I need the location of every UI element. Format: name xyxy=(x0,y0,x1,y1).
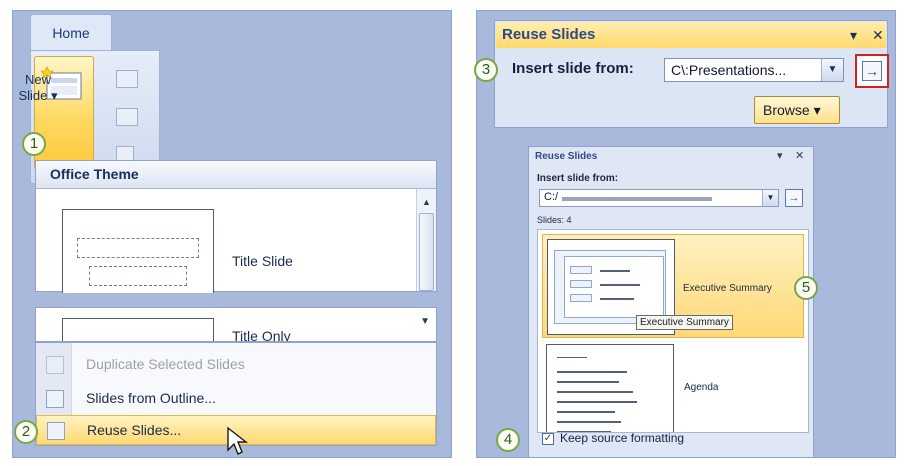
insert-from-path-input[interactable]: C\:Presentations... ▼ xyxy=(664,58,844,82)
callout-2: 2 xyxy=(14,420,38,444)
mouse-cursor-icon xyxy=(227,426,249,455)
keep-source-formatting-checkbox[interactable]: ✓ xyxy=(542,433,554,445)
menu-item-duplicate-selected-slides[interactable]: Duplicate Selected Slides xyxy=(36,349,436,381)
callout-3: 3 xyxy=(474,58,498,82)
outline-icon xyxy=(46,390,64,408)
menu-item-label: Duplicate Selected Slides xyxy=(86,356,245,372)
title-only-thumbnail[interactable] xyxy=(62,318,214,341)
go-button[interactable]: → xyxy=(855,54,889,88)
layout-icon[interactable] xyxy=(116,70,138,88)
path-value: C\:Presentations... xyxy=(671,62,787,78)
callout-5: 5 xyxy=(794,276,818,300)
path-dropdown-icon[interactable]: ▼ xyxy=(821,59,843,81)
new-slide-label-line1: New xyxy=(24,72,51,87)
menu-item-label: Slides from Outline... xyxy=(86,390,216,406)
keep-source-formatting-row: ✓ Keep source formatting xyxy=(528,428,814,450)
callout-4: 4 xyxy=(496,428,520,452)
scroll-up-icon[interactable]: ▲ xyxy=(422,197,431,207)
agenda-thumbnail[interactable] xyxy=(546,344,674,432)
slide-tooltip: Executive Summary xyxy=(636,315,733,330)
browse-button[interactable]: Browse ▾ xyxy=(754,96,840,124)
reset-icon[interactable] xyxy=(116,108,138,126)
menu-item-label: Reuse Slides... xyxy=(87,422,182,438)
pane-close-icon[interactable]: ✕ xyxy=(872,22,884,48)
small-go-button[interactable]: → xyxy=(785,189,803,207)
new-slide-label-line2: Slide ▾ xyxy=(18,88,58,103)
small-pane-title: Reuse Slides xyxy=(535,151,598,162)
callout-1: 1 xyxy=(22,132,46,156)
new-slide-label: New Slide ▾ xyxy=(16,72,60,104)
gallery-more-icon[interactable]: ▼ xyxy=(420,316,430,327)
layout-label-title-only[interactable]: Title Only xyxy=(232,328,291,341)
small-pane-dropdown-icon[interactable]: ▾ xyxy=(777,149,783,162)
duplicate-icon xyxy=(46,356,64,374)
layout-gallery-row2: Title Only ▼ xyxy=(35,307,437,342)
layout-label-title-slide[interactable]: Title Slide xyxy=(232,253,293,269)
reuse-slides-icon xyxy=(47,422,65,440)
menu-item-slides-from-outline[interactable]: Slides from Outline... xyxy=(36,383,436,415)
keep-source-formatting-label[interactable]: Keep source formatting xyxy=(560,431,684,445)
title-slide-thumbnail[interactable] xyxy=(62,209,214,293)
small-insert-label: Insert slide from: xyxy=(537,173,619,184)
slides-count: Slides: 4 xyxy=(537,215,572,225)
layout-gallery: Office Theme Title Slide ▲ xyxy=(35,160,437,293)
arrow-right-icon: → xyxy=(862,61,882,81)
slide-label-executive-summary: Executive Summary xyxy=(683,283,772,294)
scroll-thumb[interactable] xyxy=(419,213,434,291)
pane-dropdown-icon[interactable]: ▾ xyxy=(850,22,857,48)
reuse-slides-title: Reuse Slides xyxy=(496,22,886,48)
slide-label-agenda[interactable]: Agenda xyxy=(684,382,718,393)
reuse-slides-pane-small: Reuse Slides ▾ ✕ Insert slide from: C:/ … xyxy=(528,146,814,458)
slides-list: Executive Summary Agenda xyxy=(537,229,809,433)
tab-home[interactable]: Home xyxy=(30,14,112,50)
small-path-dropdown-icon[interactable]: ▼ xyxy=(762,190,778,206)
small-pane-close-icon[interactable]: ✕ xyxy=(795,149,804,162)
gallery-header: Office Theme xyxy=(36,161,436,189)
insert-slide-from-label: Insert slide from: xyxy=(512,60,634,77)
small-path-value: C:/ xyxy=(544,191,559,203)
small-path-input[interactable]: C:/ ▼ xyxy=(539,189,779,207)
gallery-scrollbar[interactable]: ▲ xyxy=(416,189,436,291)
